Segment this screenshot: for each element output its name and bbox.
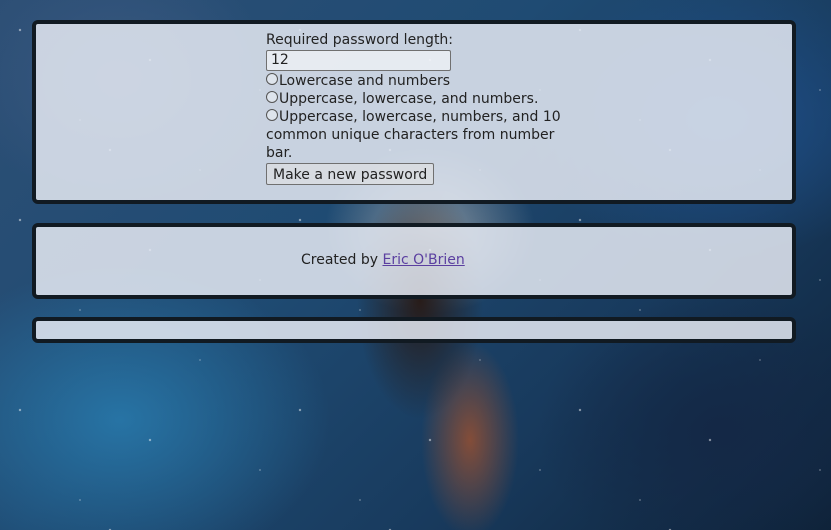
option-label: Uppercase, lowercase, and numbers. [279, 91, 539, 107]
option-upper-lower-numbers[interactable]: Uppercase, lowercase, and numbers. [266, 90, 566, 108]
radio-button[interactable] [266, 91, 278, 103]
option-label: Uppercase, lowercase, numbers, and 10 co… [266, 109, 561, 161]
credit-line: Created by Eric O'Brien [301, 251, 465, 269]
option-label: Lowercase and numbers [279, 73, 450, 89]
password-generator-panel: Required password length: Lowercase and … [32, 20, 796, 204]
created-by-text: Created by [301, 252, 379, 268]
radio-button[interactable] [266, 109, 278, 121]
length-label: Required password length: [266, 32, 454, 48]
length-input[interactable] [266, 50, 451, 71]
radio-button[interactable] [266, 73, 278, 85]
credits-panel: Created by Eric O'Brien [32, 223, 796, 299]
password-form: Required password length: Lowercase and … [266, 31, 566, 185]
make-password-button[interactable]: Make a new password [266, 163, 435, 185]
option-lowercase-numbers[interactable]: Lowercase and numbers [266, 72, 566, 90]
option-upper-lower-numbers-symbols[interactable]: Uppercase, lowercase, numbers, and 10 co… [266, 108, 566, 162]
author-link[interactable]: Eric O'Brien [382, 252, 464, 268]
output-panel [32, 317, 796, 343]
